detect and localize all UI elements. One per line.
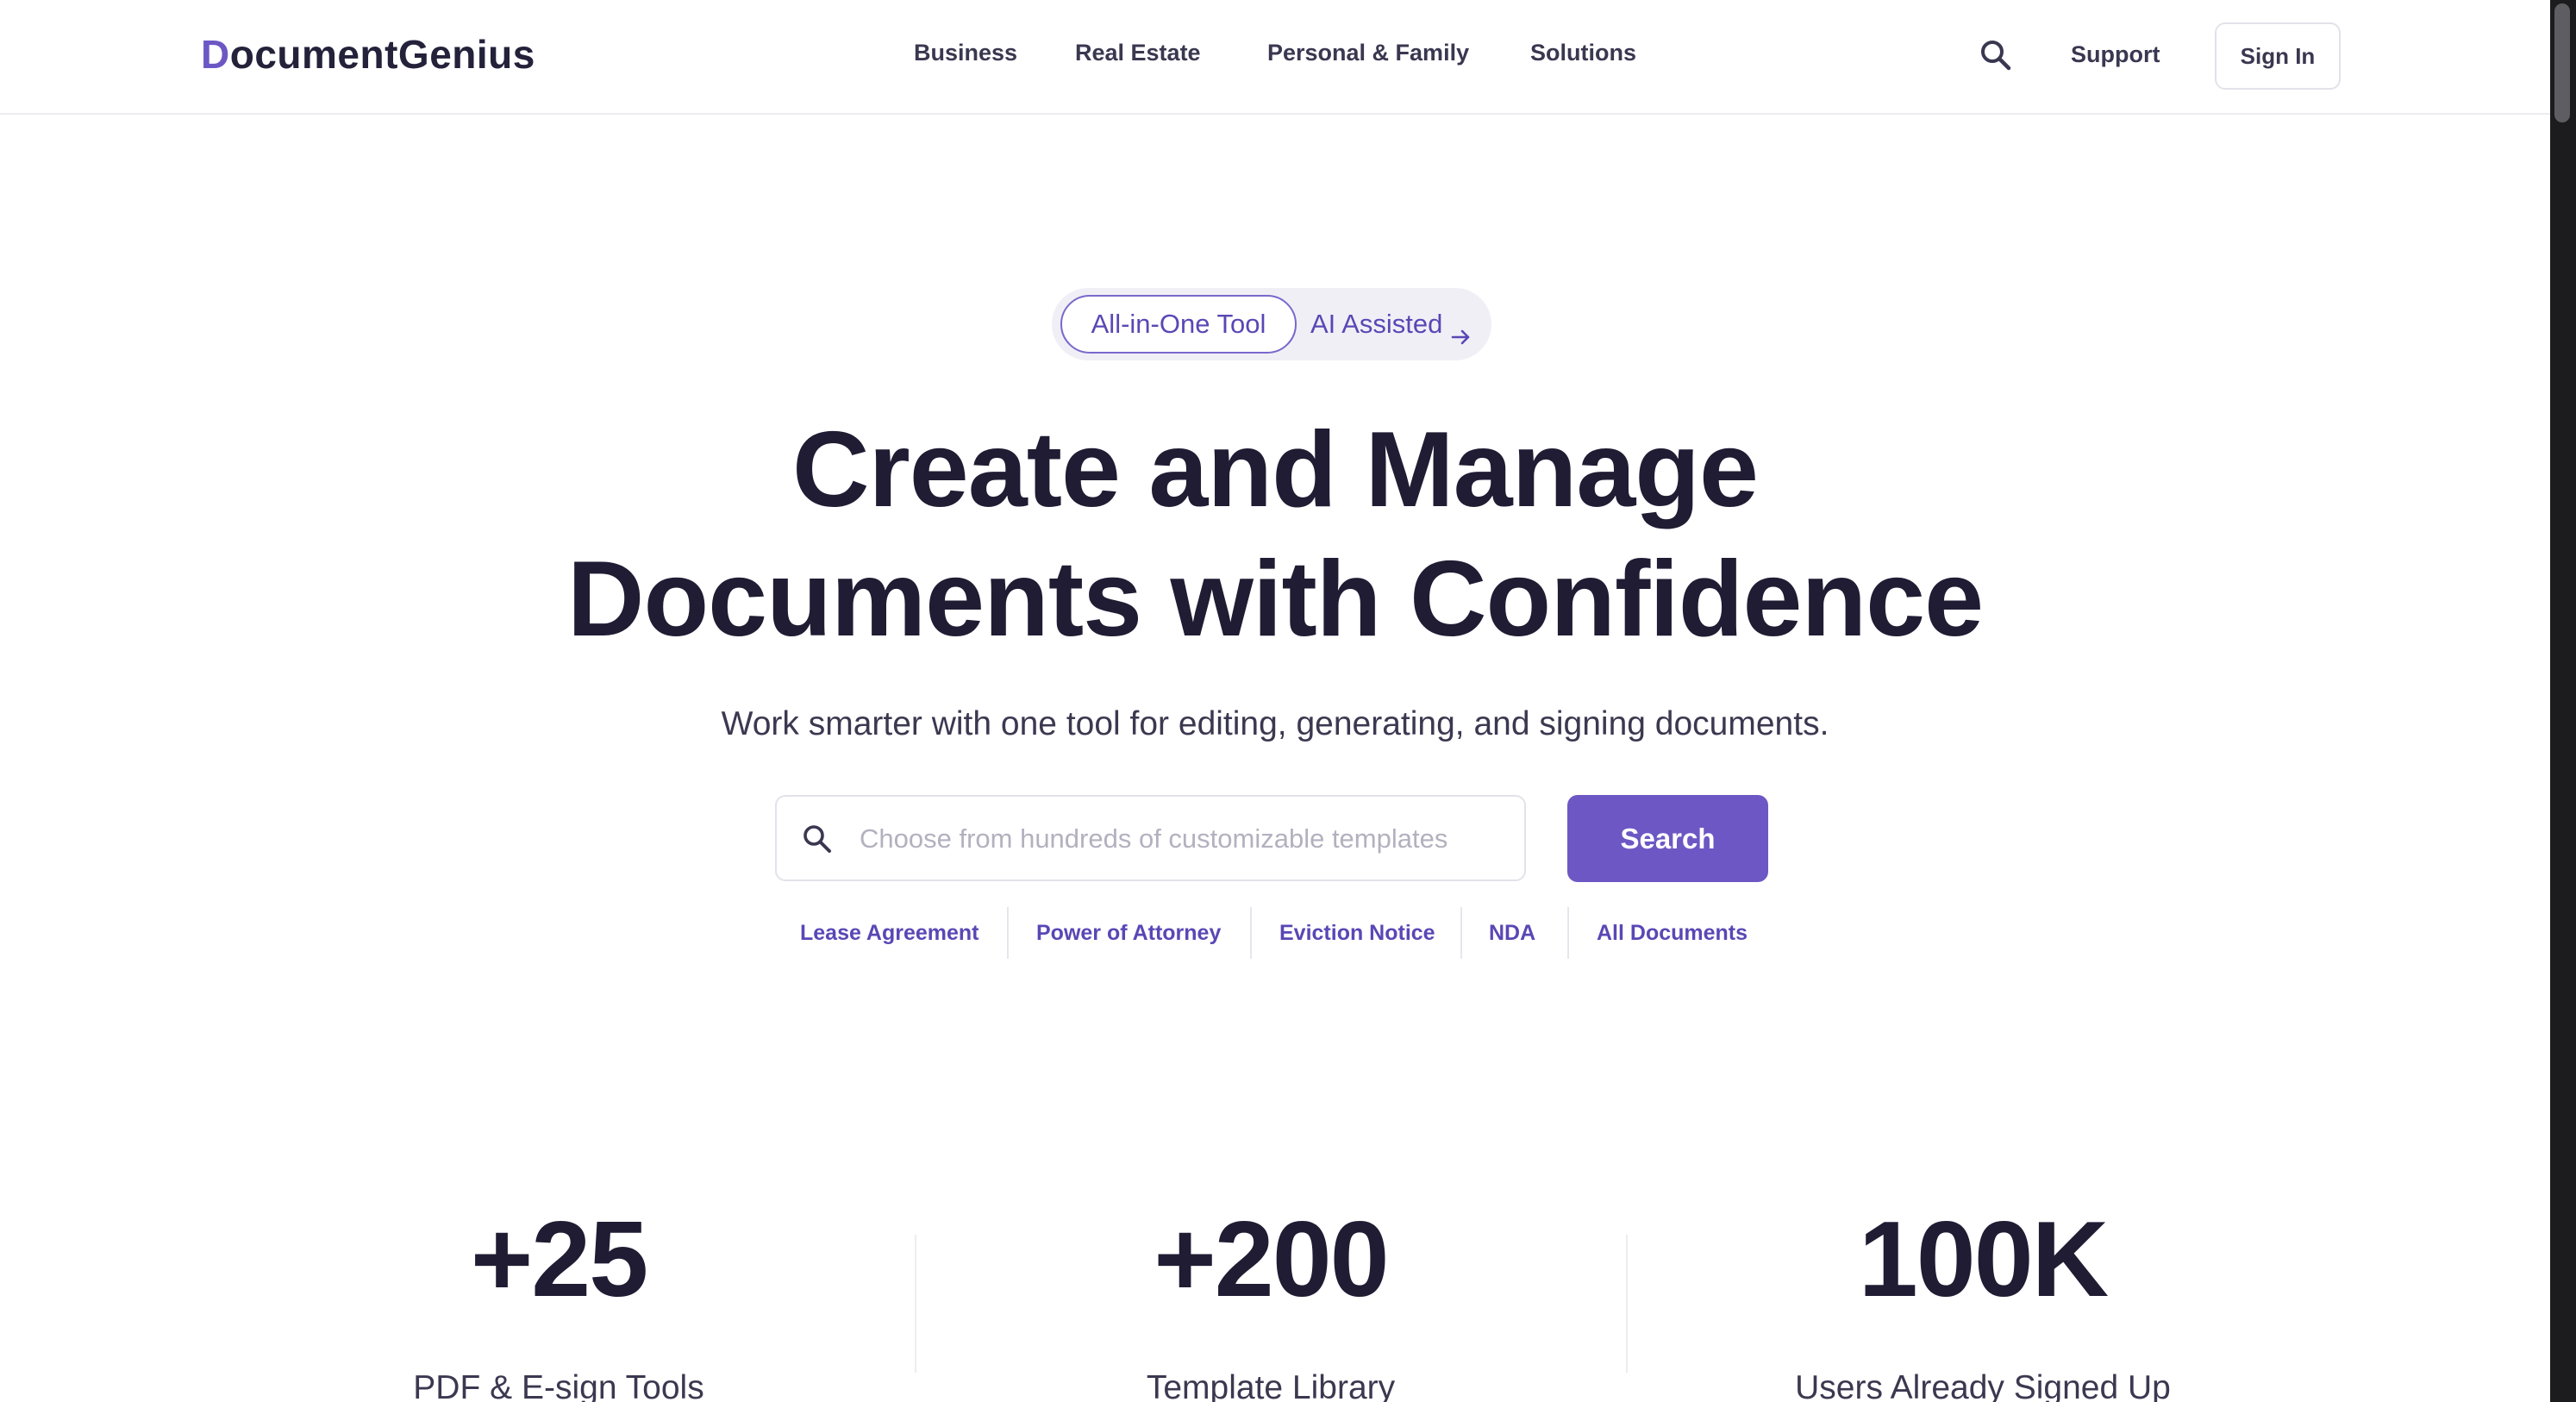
- stat-value-templates: +200: [1154, 1200, 1389, 1319]
- stat-value-tools: +25: [470, 1200, 648, 1319]
- quick-link-all-documents[interactable]: All Documents: [1597, 921, 1748, 946]
- pill-all-in-one-tool[interactable]: All-in-One Tool: [1060, 295, 1297, 354]
- divider: [1007, 907, 1009, 959]
- scrollbar-thumb[interactable]: [2554, 3, 2570, 122]
- stat-label-users: Users Already Signed Up: [1795, 1369, 2171, 1402]
- search-button[interactable]: Search: [1567, 795, 1768, 882]
- arrow-right-icon: [1449, 311, 1473, 345]
- title-line-2: Documents with Confidence: [566, 540, 1984, 659]
- mode-toggle: All-in-One Tool AI Assisted: [1052, 288, 1491, 360]
- nav-item-business[interactable]: Business: [914, 40, 1017, 66]
- divider: [1626, 1235, 1628, 1373]
- stat-value-users: 100K: [1858, 1200, 2109, 1319]
- template-search-box: [775, 795, 1526, 881]
- search-icon[interactable]: [1977, 36, 2015, 74]
- nav-item-real-estate[interactable]: Real Estate: [1075, 40, 1201, 66]
- page-title: Create and Manage Documents with Confide…: [0, 405, 2550, 664]
- search-icon: [799, 821, 835, 857]
- logo-initial: D: [201, 32, 230, 77]
- stat-label-templates: Template Library: [1146, 1369, 1396, 1402]
- support-link[interactable]: Support: [2071, 41, 2160, 68]
- sign-in-button[interactable]: Sign In: [2215, 22, 2341, 90]
- quick-link-lease-agreement[interactable]: Lease Agreement: [800, 921, 979, 946]
- page: DocumentGenius Business Real Estate Pers…: [0, 0, 2576, 1402]
- quick-link-eviction-notice[interactable]: Eviction Notice: [1279, 921, 1435, 946]
- quick-link-power-of-attorney[interactable]: Power of Attorney: [1036, 921, 1221, 946]
- quick-link-nda[interactable]: NDA: [1489, 921, 1535, 946]
- pill-ai-assisted-label: AI Assisted: [1310, 309, 1443, 339]
- nav-item-personal-family[interactable]: Personal & Family: [1267, 40, 1469, 66]
- divider: [1250, 907, 1252, 959]
- nav-item-solutions[interactable]: Solutions: [1530, 40, 1636, 66]
- scrollbar[interactable]: [2550, 0, 2576, 1402]
- pill-ai-assisted[interactable]: AI Assisted: [1310, 295, 1473, 354]
- divider: [915, 1235, 916, 1373]
- search-input[interactable]: [860, 809, 1497, 869]
- logo-text: ocumentGenius: [229, 32, 535, 77]
- quick-links: Lease Agreement Power of Attorney Evicti…: [0, 907, 2550, 959]
- hero-subtitle: Work smarter with one tool for editing, …: [721, 705, 1829, 742]
- divider: [1460, 907, 1462, 959]
- top-navbar: DocumentGenius Business Real Estate Pers…: [0, 0, 2550, 115]
- logo[interactable]: DocumentGenius: [201, 31, 535, 78]
- divider: [1567, 907, 1569, 959]
- title-line-1: Create and Manage: [791, 410, 1759, 529]
- stat-label-tools: PDF & E-sign Tools: [413, 1369, 704, 1402]
